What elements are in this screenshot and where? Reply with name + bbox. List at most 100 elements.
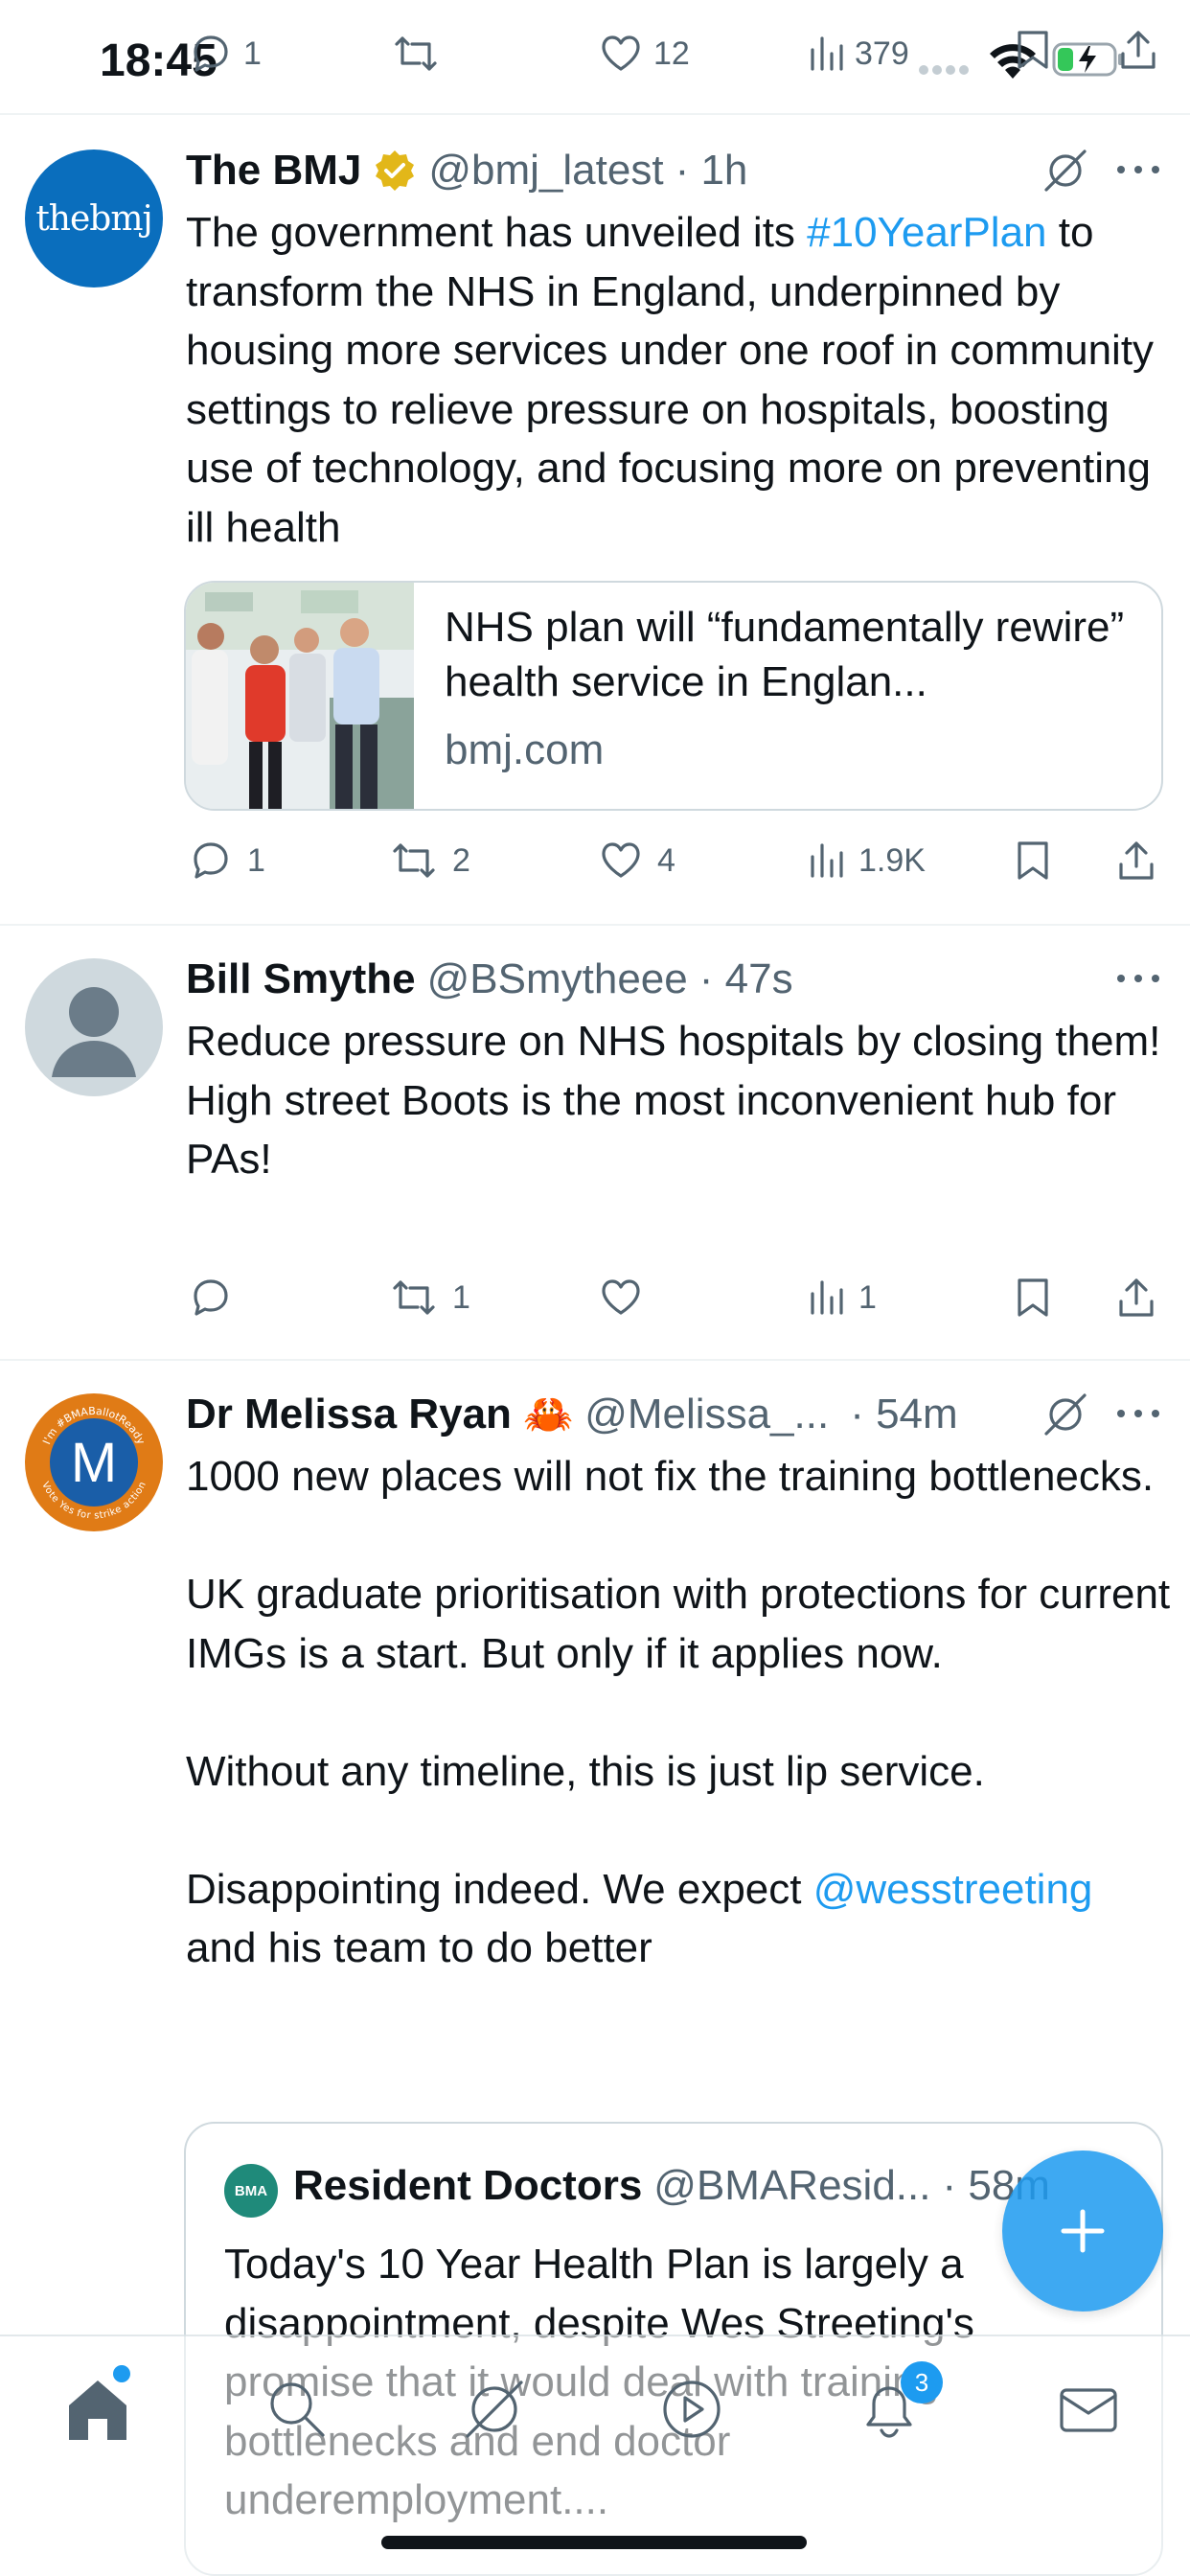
post-time: · 1h: [675, 147, 748, 194]
author-name[interactable]: Bill Smythe: [186, 955, 416, 1003]
bookmark-button[interactable]: [1014, 832, 1052, 889]
quoted-author-handle: @BMAResid...: [653, 2162, 931, 2209]
grok-icon[interactable]: [1041, 146, 1090, 200]
author-name[interactable]: Dr Melissa Ryan: [186, 1391, 512, 1438]
compose-button[interactable]: [1002, 2150, 1163, 2312]
bookmark-icon: [1018, 1278, 1048, 1317]
post-paragraph: UK graduate prioritisation with protecti…: [186, 1571, 1171, 1677]
more-options-icon[interactable]: [1115, 1399, 1161, 1433]
views-icon: [811, 843, 843, 878]
hashtag-link[interactable]: #10YearPlan: [807, 209, 1046, 256]
post-text: 1000 new places will not fix the trainin…: [186, 1447, 1173, 1978]
prev-reply-count: 1: [243, 34, 262, 72]
like-button[interactable]: [598, 1269, 644, 1326]
views-button[interactable]: 1.9K: [807, 832, 926, 889]
post-text-line: Reduce pressure on NHS hospitals by clos…: [186, 1018, 1161, 1065]
share-button[interactable]: [1113, 1269, 1159, 1326]
author-handle[interactable]: @BSmytheee: [427, 955, 688, 1003]
divider: [0, 924, 1190, 926]
tab-home[interactable]: [59, 2371, 136, 2448]
reply-icon: [194, 35, 228, 72]
home-indicator: [381, 2536, 807, 2549]
repost-icon: [393, 1280, 435, 1315]
prev-share-button[interactable]: [1115, 27, 1161, 78]
post-text-rest: and his team to do better: [186, 1924, 652, 1971]
grok-icon: [466, 2380, 523, 2438]
quoted-avatar: BMA: [224, 2164, 278, 2218]
repost-count: 1: [452, 1278, 470, 1316]
post-header: Dr Melissa Ryan 🦀 @Melissa_... · 54m: [186, 1386, 958, 1443]
default-user-icon: [52, 987, 136, 1077]
share-button[interactable]: [1113, 832, 1159, 889]
post-actions: 1 1: [184, 1269, 1171, 1326]
bookmark-button[interactable]: [1014, 1269, 1052, 1326]
reply-icon: [194, 842, 228, 879]
tab-messages[interactable]: [1050, 2371, 1127, 2448]
tab-search[interactable]: [259, 2371, 335, 2448]
repost-icon: [393, 843, 435, 878]
bookmark-icon: [1018, 31, 1048, 69]
post-header: Bill Smythe @BSmytheee · 47s: [186, 951, 793, 1008]
prev-reply-button[interactable]: 1: [188, 27, 262, 80]
post-text-start: Disappointing indeed. We expect: [186, 1865, 813, 1913]
tab-grok[interactable]: [456, 2371, 533, 2448]
like-button[interactable]: 4: [598, 832, 675, 889]
notifications-badge: 3: [901, 2361, 943, 2404]
post-paragraph: Disappointing indeed. We expect @wesstre…: [186, 1860, 1173, 1978]
reply-icon: [194, 1279, 228, 1316]
views-icon: [811, 36, 843, 71]
repost-button[interactable]: 2: [389, 832, 470, 889]
prev-bookmark-button[interactable]: [1014, 27, 1052, 78]
views-count: 1.9K: [858, 841, 926, 879]
mention-link[interactable]: @wesstreeting: [813, 1866, 1093, 1913]
more-options-icon[interactable]: [1115, 155, 1161, 189]
link-preview-card[interactable]: NHS plan will “fundamentally rewire” hea…: [184, 581, 1163, 811]
repost-icon: [395, 36, 437, 71]
avatar-melissa[interactable]: I'm #BMABallotReady Vote Yes for strike …: [25, 1393, 163, 1531]
post-time: · 47s: [698, 955, 793, 1002]
grok-icon[interactable]: [1041, 1390, 1090, 1444]
views-icon: [811, 1280, 843, 1315]
prev-like-button[interactable]: 12: [598, 27, 690, 80]
avatar-letter: M: [70, 1431, 118, 1494]
plus-icon: [1061, 2209, 1105, 2253]
prev-like-count: 12: [653, 34, 690, 72]
repost-count: 2: [452, 841, 470, 879]
quoted-avatar-text: BMA: [234, 2182, 268, 2199]
prev-repost-button[interactable]: [391, 27, 441, 80]
author-name[interactable]: The BMJ: [186, 147, 361, 195]
repost-button[interactable]: 1: [389, 1269, 470, 1326]
reply-count: 1: [247, 841, 265, 879]
avatar-bmj-text: thebmj: [35, 198, 152, 239]
author-handle[interactable]: @bmj_latest: [428, 147, 663, 195]
post-actions: 1 2 4 1.9K: [184, 832, 1171, 889]
link-preview-domain: bmj.com: [445, 726, 605, 773]
reply-button[interactable]: 1: [188, 832, 265, 889]
battery-icon: [1052, 40, 1125, 83]
author-handle[interactable]: @Melissa_...: [584, 1391, 829, 1438]
prev-views-count: 379: [855, 34, 909, 72]
post-text-start: The government has unveiled its: [186, 209, 808, 256]
post-paragraph: 1000 new places will not fix the trainin…: [186, 1453, 1155, 1500]
avatar-bmj[interactable]: thebmj: [25, 150, 163, 288]
verified-badge-icon: [376, 150, 415, 191]
views-button[interactable]: 1: [807, 1269, 877, 1326]
heart-icon: [602, 35, 640, 71]
post-header: The BMJ @bmj_latest · 1h: [186, 142, 747, 199]
reply-button[interactable]: [188, 1269, 234, 1326]
prev-views-button[interactable]: 379: [807, 27, 909, 80]
share-icon: [1119, 841, 1154, 880]
avatar-default[interactable]: [25, 958, 163, 1096]
like-count: 4: [657, 841, 675, 879]
crab-emoji-icon: 🦀: [522, 1391, 574, 1437]
more-options-icon[interactable]: [1115, 964, 1161, 998]
post-text: Reduce pressure on NHS hospitals by clos…: [186, 1012, 1173, 1189]
play-icon: [663, 2380, 721, 2438]
post-text: The government has unveiled its #10YearP…: [186, 203, 1173, 557]
share-icon: [1121, 31, 1156, 69]
post-text-line: High street Boots is the most inconvenie…: [186, 1076, 1116, 1184]
heart-icon: [602, 842, 640, 878]
divider: [0, 1359, 1190, 1361]
divider: [0, 113, 1190, 115]
tab-video[interactable]: [653, 2371, 730, 2448]
